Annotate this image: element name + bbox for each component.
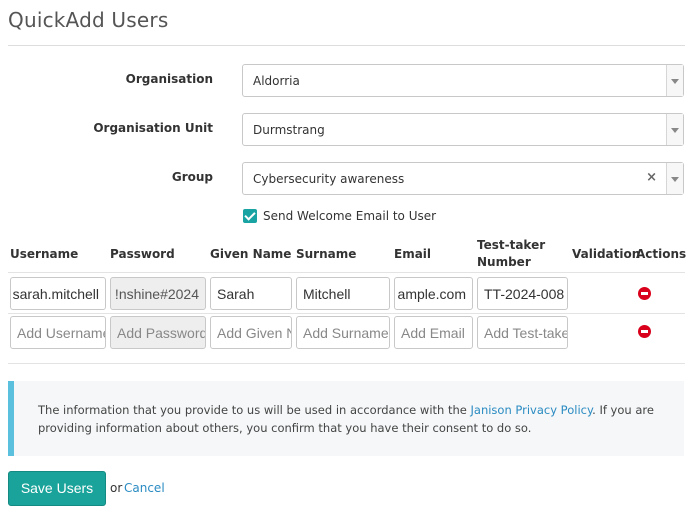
chevron-down-icon[interactable] bbox=[666, 114, 683, 145]
password-input: nshine#2024! bbox=[110, 277, 206, 310]
welcome-email-checkbox[interactable] bbox=[243, 209, 257, 223]
chevron-down-icon[interactable] bbox=[666, 163, 683, 194]
header-username: Username bbox=[10, 247, 79, 261]
header-password: Password bbox=[110, 247, 175, 261]
username-input[interactable]: Add Username bbox=[10, 316, 106, 349]
header-validation: Validation bbox=[572, 247, 641, 261]
header-given-name: Given Name bbox=[210, 247, 292, 261]
table-bottom-divider bbox=[8, 363, 685, 364]
privacy-notice-text: The information that you provide to us w… bbox=[38, 401, 672, 437]
page-title: QuickAdd Users bbox=[8, 8, 169, 32]
group-select[interactable]: Cybersecurity awareness × bbox=[242, 162, 684, 195]
organisation-unit-select[interactable]: Durmstrang bbox=[242, 113, 684, 146]
privacy-text-before: The information that you provide to us w… bbox=[38, 403, 471, 417]
group-label: Group bbox=[171, 170, 213, 184]
organisation-unit-label: Organisation Unit bbox=[93, 121, 213, 135]
header-email: Email bbox=[394, 247, 432, 261]
row-divider bbox=[8, 313, 685, 314]
group-value: Cybersecurity awareness bbox=[253, 172, 405, 186]
organisation-unit-value: Durmstrang bbox=[253, 123, 325, 137]
save-users-button[interactable]: Save Users bbox=[8, 471, 106, 506]
given-name-input[interactable]: Add Given Name bbox=[210, 316, 292, 349]
given-name-input[interactable]: Sarah bbox=[210, 277, 292, 310]
header-surname: Surname bbox=[296, 247, 357, 261]
surname-input[interactable]: Mitchell bbox=[296, 277, 390, 310]
title-divider bbox=[8, 45, 685, 46]
chevron-down-icon[interactable] bbox=[666, 65, 683, 96]
remove-circle-icon[interactable] bbox=[638, 325, 651, 338]
header-actions: Actions bbox=[636, 247, 687, 261]
privacy-notice: The information that you provide to us w… bbox=[8, 381, 684, 456]
table-header-divider bbox=[8, 272, 685, 273]
surname-input[interactable]: Add Surname bbox=[296, 316, 390, 349]
welcome-email-label[interactable]: Send Welcome Email to User bbox=[263, 209, 436, 223]
password-input: Add Password bbox=[110, 316, 206, 349]
username-input[interactable]: sarah.mitchell bbox=[10, 277, 106, 310]
remove-circle-icon[interactable] bbox=[638, 287, 651, 300]
or-text: or bbox=[110, 481, 123, 495]
close-icon[interactable]: × bbox=[646, 170, 657, 185]
header-test-taker-number: Test-taker Number bbox=[477, 237, 545, 271]
organisation-select[interactable]: Aldorria bbox=[242, 64, 684, 97]
test-taker-number-input[interactable]: TT-2024-008 bbox=[477, 277, 568, 310]
cancel-link[interactable]: Cancel bbox=[124, 481, 165, 495]
privacy-policy-link[interactable]: Janison Privacy Policy bbox=[471, 403, 593, 417]
email-input[interactable]: ample.com bbox=[394, 277, 473, 310]
header-test-taker-line1: Test-taker bbox=[477, 238, 546, 252]
header-test-taker-line2: Number bbox=[477, 255, 531, 269]
organisation-label: Organisation bbox=[125, 72, 213, 86]
test-taker-number-input[interactable]: Add Test-taker Number bbox=[477, 316, 568, 349]
organisation-value: Aldorria bbox=[253, 74, 300, 88]
email-input[interactable]: Add Email bbox=[394, 316, 473, 349]
